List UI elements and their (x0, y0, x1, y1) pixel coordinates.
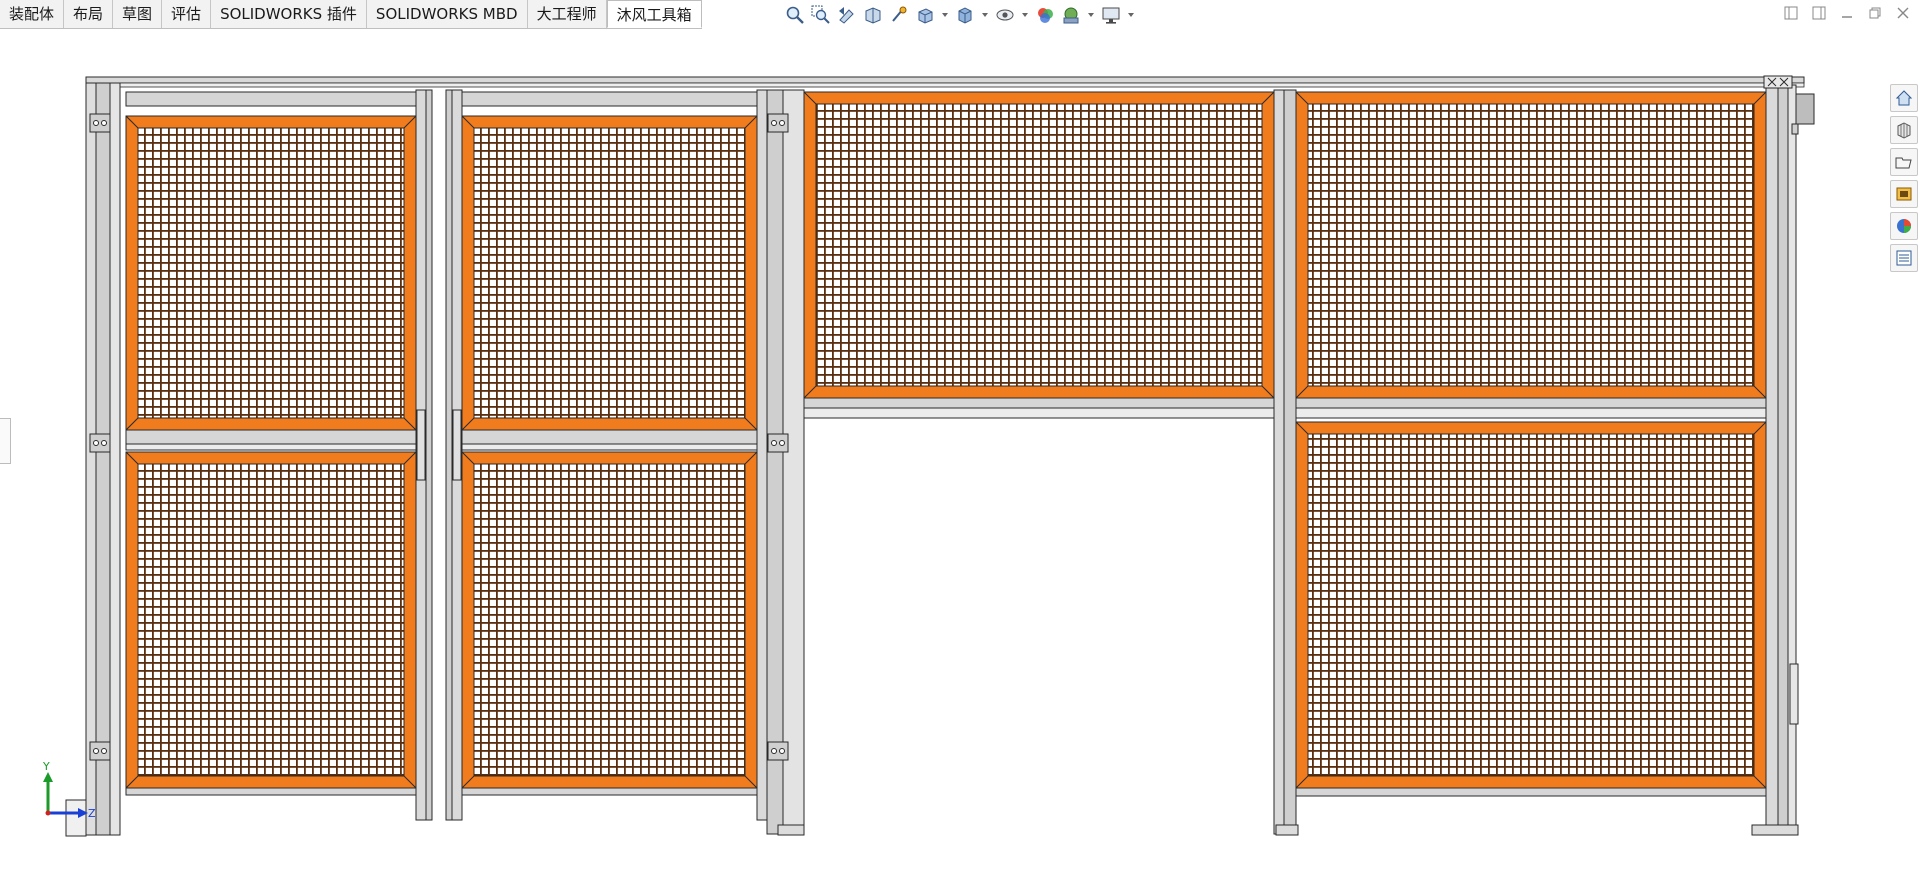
apply-scene-icon[interactable] (1060, 4, 1082, 26)
chevron-down-icon[interactable] (1020, 4, 1030, 26)
section-view-icon[interactable] (862, 4, 884, 26)
window-controls (1782, 4, 1912, 22)
mesh-panel (461, 451, 758, 789)
tab-3[interactable]: 评估 (162, 0, 212, 28)
minimize-icon[interactable] (1838, 4, 1856, 22)
mesh-panel (125, 451, 417, 789)
chevron-down-icon[interactable] (980, 4, 990, 26)
top-rail (85, 76, 1805, 88)
triad-y-label: Y (42, 760, 50, 773)
dynamic-annotation-icon[interactable] (888, 4, 910, 26)
mesh-panel (125, 115, 417, 431)
chevron-down-icon[interactable] (1086, 4, 1096, 26)
door-handles (416, 409, 462, 481)
view-orientation-icon[interactable] (914, 4, 936, 26)
mesh-panel (461, 115, 758, 431)
command-manager-tabs: 装配体 布局 草图 评估 SOLIDWORKS 插件 SOLIDWORKS MBD 大工程师… (0, 0, 702, 29)
restore-icon[interactable] (1866, 4, 1884, 22)
mesh-panel (1295, 91, 1767, 399)
chevron-down-icon[interactable] (940, 4, 950, 26)
tab-4[interactable]: SOLIDWORKS 插件 (211, 0, 367, 28)
tab-0[interactable]: 装配体 (0, 0, 65, 28)
tile-left-icon[interactable] (1782, 4, 1800, 22)
tile-right-icon[interactable] (1810, 4, 1828, 22)
tab-6[interactable]: 大工程师 (528, 0, 607, 28)
zoom-to-fit-icon[interactable] (784, 4, 806, 26)
view-settings-icon[interactable] (1100, 4, 1122, 26)
tab-2[interactable]: 草图 (113, 0, 163, 28)
triad-z-label: Z (88, 807, 96, 820)
close-icon[interactable] (1894, 4, 1912, 22)
edit-appearance-icon[interactable] (1034, 4, 1056, 26)
mesh-panel (803, 91, 1275, 399)
display-style-icon[interactable] (954, 4, 976, 26)
tab-1[interactable]: 布局 (64, 0, 114, 28)
zoom-to-area-icon[interactable] (810, 4, 832, 26)
tab-5[interactable]: SOLIDWORKS MBD (367, 0, 528, 28)
mesh-panel (1295, 421, 1767, 789)
hide-show-items-icon[interactable] (994, 4, 1016, 26)
tab-7[interactable]: 沐风工具箱 (606, 0, 702, 28)
graphics-area[interactable]: Y Z (0, 30, 1920, 881)
heads-up-view-toolbar (784, 2, 1136, 28)
previous-view-icon[interactable] (836, 4, 858, 26)
chevron-down-icon[interactable] (1126, 4, 1136, 26)
